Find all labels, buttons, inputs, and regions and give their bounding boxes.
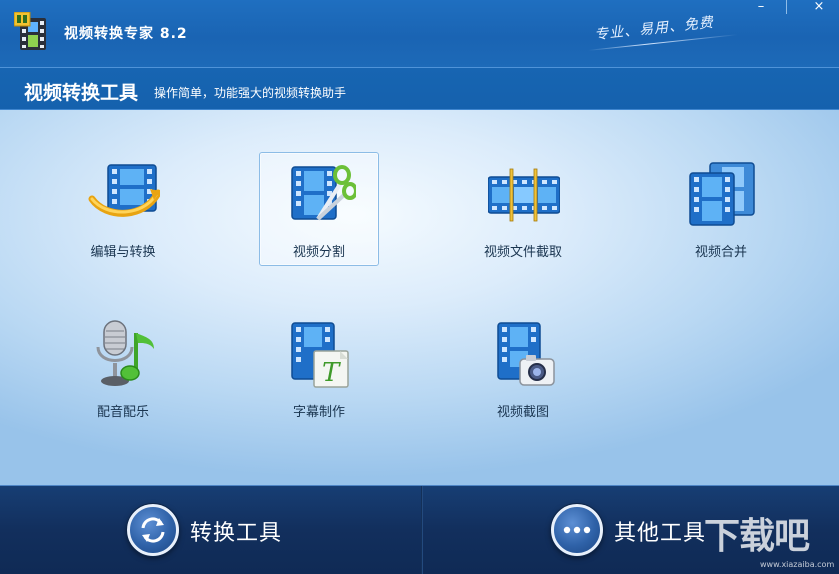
section-header: 视频转换工具 操作简单，功能强大的视频转换助手: [0, 68, 839, 110]
tool-label: 视频文件截取: [483, 245, 562, 260]
divider-icon: [786, 0, 787, 14]
dots: [563, 526, 591, 534]
app-logo-icon: [14, 12, 46, 50]
tab-label: 其他工具: [614, 521, 707, 546]
tool-label: 视频截图: [496, 405, 549, 420]
tool-video-merge[interactable]: 视频合并: [661, 152, 781, 266]
tool-dubbing-music[interactable]: 配音配乐: [63, 312, 183, 426]
tool-label: 配音配乐: [96, 405, 149, 420]
film-convert-icon: [88, 164, 160, 217]
refresh-icon[interactable]: [127, 504, 179, 556]
film-trim-icon: [488, 168, 560, 222]
watermark-logo: 下载吧: [704, 516, 810, 557]
tool-video-trim[interactable]: 视频文件截取: [463, 152, 583, 266]
app-title: 视频转换专家 8.2: [64, 26, 188, 42]
window-divider: [774, 0, 800, 16]
tool-label: 视频合并: [694, 245, 747, 260]
watermark-url: www.xiazaiba.com: [760, 560, 835, 569]
film-scissors-icon: [291, 165, 356, 221]
tool-edit-convert[interactable]: 编辑与转换: [63, 152, 183, 266]
close-button[interactable]: ×: [806, 0, 832, 16]
tool-label: 视频分割: [292, 245, 345, 260]
app-window: 视频转换专家 8.2 专业、易用、免费 – × 视频转换工具 操作简单，功能强大…: [0, 0, 839, 574]
tool-label: 字幕制作: [292, 405, 345, 420]
film-subtitle-icon: T: [291, 322, 349, 388]
tool-video-screenshot[interactable]: 视频截图: [463, 312, 583, 426]
title-bar[interactable]: 视频转换专家 8.2 专业、易用、免费 – ×: [0, 0, 839, 68]
tool-subtitle-making[interactable]: T 字幕制作: [259, 312, 379, 426]
tool-video-split[interactable]: 视频分割: [259, 152, 379, 266]
film-merge-icon: [689, 162, 755, 226]
tool-label: 编辑与转换: [90, 245, 156, 260]
film-camera-icon: [497, 322, 555, 386]
more-dots-icon[interactable]: [551, 504, 603, 556]
page-subtitle: 操作简单，功能强大的视频转换助手: [154, 86, 347, 100]
refresh-arrows: [141, 517, 165, 543]
minimize-button[interactable]: –: [748, 0, 774, 16]
tab-label: 转换工具: [190, 521, 283, 546]
page-title: 视频转换工具: [24, 82, 139, 104]
microphone-music-icon: [96, 320, 154, 386]
tools-panel: 编辑与转换 视频分割 视频文件截取 视频合并 配音配乐 T 字幕制作 视频截图: [0, 110, 839, 485]
svg-text:T: T: [322, 358, 341, 388]
tab-convert-tools[interactable]: 转换工具: [0, 486, 421, 574]
